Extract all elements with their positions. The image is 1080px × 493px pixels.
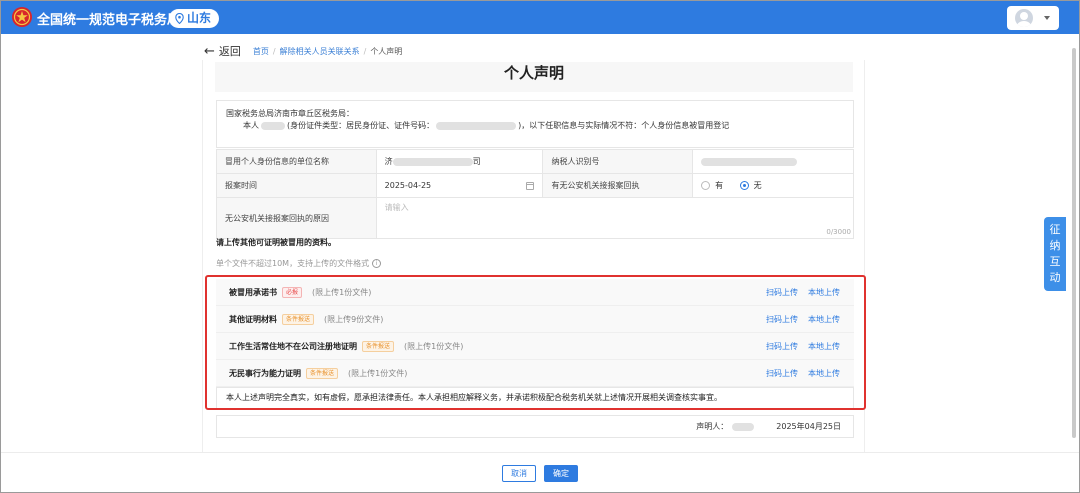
page-title: 个人声明	[215, 62, 853, 92]
declaration-mid: (身份证件类型：居民身份证、证件号码：	[287, 121, 435, 130]
app-title: 全国统一规范电子税务局	[37, 13, 181, 28]
declaration-prefix: 本人	[243, 121, 259, 130]
breadcrumb-current: 个人声明	[370, 46, 403, 56]
back-button[interactable]: ← 返回	[204, 43, 241, 59]
receipt-option-no[interactable]: 无	[739, 180, 762, 191]
upload-tip: 单个文件不超过10M，支持上传的文件格式 i	[216, 258, 382, 269]
unit-name-value: 济司	[375, 149, 544, 174]
radio-unchecked-icon	[701, 180, 711, 190]
signature-label: 声明人：	[696, 422, 729, 431]
report-time-picker[interactable]: 2025-04-25	[375, 173, 544, 198]
radio-checked-icon	[739, 180, 749, 190]
top-bar: 全国统一规范电子税务局 山东	[1, 1, 1079, 34]
confirm-button[interactable]: 确定	[544, 465, 578, 482]
chevron-down-icon	[1044, 16, 1050, 20]
footer-bar: 取消 确定	[1, 452, 1079, 492]
redacted-unit-name	[392, 157, 473, 166]
avatar	[1015, 9, 1033, 27]
tax-emblem-icon	[12, 7, 32, 27]
upload-heading: 请上传其他可证明被冒用的资料。	[216, 238, 336, 247]
info-table: 冒用个人身份信息的单位名称 济司 纳税人识别号 报案时间 2025-04-25 …	[216, 149, 855, 239]
receipt-radio-group: 有 无	[692, 173, 854, 198]
report-time-value: 2025-04-25	[384, 181, 432, 190]
calendar-icon	[526, 181, 535, 190]
breadcrumb-unlink[interactable]: 解除相关人员关联关系	[280, 46, 360, 57]
interaction-side-tab[interactable]: 征 纳 互 动	[1044, 217, 1066, 291]
highlight-box	[205, 275, 866, 410]
declaration-line: 本人 (身份证件类型：居民身份证、证件号码： )，以下任职信息与实际情况不符：个…	[243, 120, 729, 131]
taxpayer-id-value	[692, 149, 854, 174]
reason-placeholder: 请输入	[384, 203, 409, 212]
declaration-recipient: 国家税务总局济南市章丘区税务局：	[226, 109, 354, 118]
declaration-suffix: )，以下任职信息与实际情况不符：个人身份信息被冒用登记	[518, 121, 730, 130]
declaration-text: 国家税务总局济南市章丘区税务局： 本人 (身份证件类型：居民身份证、证件号码： …	[216, 100, 854, 148]
side-tab-char: 动	[1049, 271, 1061, 284]
breadcrumb: ← 返回 首页 / 解除相关人员关联关系 / 个人声明	[204, 43, 402, 59]
side-tab-char: 征	[1049, 223, 1061, 236]
unit-name-suffix: 司	[472, 157, 481, 166]
scrollbar-thumb[interactable]	[1072, 48, 1076, 438]
redacted-id-number	[436, 121, 517, 130]
breadcrumb-separator: /	[272, 46, 276, 56]
report-time-label: 报案时间	[216, 173, 377, 198]
reason-label: 无公安机关接报案回执的原因	[216, 197, 377, 239]
unit-name-prefix: 济	[384, 157, 393, 166]
side-tab-char: 互	[1049, 255, 1061, 268]
breadcrumb-home[interactable]: 首页	[253, 46, 269, 57]
region-selector[interactable]: 山东	[169, 9, 220, 28]
location-pin-icon	[175, 13, 184, 24]
reason-counter: 0/3000	[826, 228, 851, 236]
receipt-label: 有无公安机关接报案回执	[542, 173, 694, 198]
scrollbar[interactable]	[1071, 40, 1077, 450]
receipt-option-yes[interactable]: 有	[701, 180, 723, 191]
redacted-taxpayer-id	[701, 157, 798, 166]
breadcrumb-separator: /	[363, 46, 367, 56]
arrow-left-icon: ←	[204, 43, 215, 59]
region-label: 山东	[187, 11, 212, 25]
info-icon[interactable]: i	[372, 259, 382, 268]
signature-date: 2025年04月25日	[776, 422, 841, 431]
signature-row: 声明人： 2025年04月25日	[216, 415, 854, 438]
redacted-name	[261, 121, 285, 130]
taxpayer-id-label: 纳税人识别号	[542, 149, 694, 174]
receipt-option-yes-label: 有	[715, 180, 724, 190]
reason-textarea[interactable]: 请输入 0/3000	[375, 197, 855, 239]
upload-tip-text: 单个文件不超过10M，支持上传的文件格式	[216, 259, 370, 268]
redacted-signer	[732, 422, 755, 431]
unit-name-label: 冒用个人身份信息的单位名称	[216, 149, 377, 174]
user-menu[interactable]	[1007, 6, 1059, 30]
side-tab-char: 纳	[1049, 239, 1061, 252]
back-label: 返回	[218, 45, 241, 58]
receipt-option-no-label: 无	[753, 180, 762, 190]
cancel-button[interactable]: 取消	[502, 465, 536, 482]
